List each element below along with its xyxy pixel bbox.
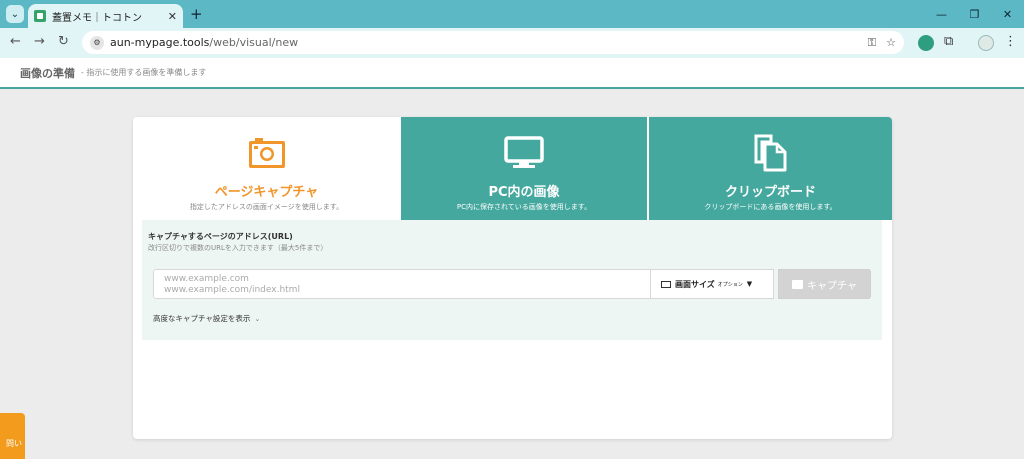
forward-icon[interactable]: → xyxy=(34,34,45,49)
capture-form: キャプチャするページのアドレス(URL) 改行区切りで複数のURLを入力できます… xyxy=(142,220,882,340)
advanced-settings-toggle[interactable]: 高度なキャプチャ設定を表示 ⌄ xyxy=(153,313,260,324)
page-title: 画像の準備 xyxy=(20,66,75,80)
favicon-icon xyxy=(34,10,46,22)
url-input[interactable]: ⚙ aun-mypage.tools/web/visual/new ⚿ ☆ xyxy=(82,31,904,54)
reload-icon[interactable]: ↻ xyxy=(58,34,69,49)
monitor-icon xyxy=(661,280,671,288)
tab-desc: PC内に保存されている画像を使用します。 xyxy=(456,203,592,211)
url-field-label: キャプチャするページのアドレス(URL) xyxy=(148,232,293,241)
close-icon[interactable]: ✕ xyxy=(168,10,177,23)
star-icon[interactable]: ☆ xyxy=(886,36,896,49)
back-icon[interactable]: ← xyxy=(10,34,21,49)
extension-icon[interactable] xyxy=(918,35,934,51)
monitor-icon xyxy=(504,135,544,171)
capture-label: キャプチャ xyxy=(807,280,857,292)
caret-down-icon: ▼ xyxy=(746,280,753,288)
capture-url-textarea[interactable] xyxy=(153,269,651,299)
key-icon[interactable]: ⚿ xyxy=(868,36,876,50)
tab-label: ページキャプチャ xyxy=(214,185,319,200)
page-header: 画像の準備 - 指示に使用する画像を準備します xyxy=(0,58,1024,89)
screen-size-option: オプション xyxy=(717,281,743,288)
advanced-label: 高度なキャプチャ設定を表示 xyxy=(153,314,251,323)
inquiry-side-tab[interactable]: 問い xyxy=(0,413,25,459)
screen-size-dropdown[interactable]: 画面サイズ オプション ▼ xyxy=(650,269,774,299)
close-window-icon[interactable]: ✕ xyxy=(991,0,1024,28)
tab-desc: クリップボードにある画像を使用します。 xyxy=(704,203,837,211)
tab-desc: 指定したアドレスの画面イメージを使用します。 xyxy=(189,203,344,211)
puzzle-icon[interactable]: ⧉ xyxy=(944,34,953,49)
tab-pc-image[interactable]: PC内の画像 PC内に保存されている画像を使用します。 xyxy=(401,117,647,220)
screen-size-label: 画面サイズ xyxy=(675,279,715,289)
image-source-card: ページキャプチャ 指定したアドレスの画面イメージを使用します。 PC内の画像 P… xyxy=(133,117,892,439)
camera-icon xyxy=(248,135,286,171)
plus-icon[interactable]: + xyxy=(190,5,203,23)
browser-tab[interactable]: 蓋置メモ｜トコトン ✕ xyxy=(28,4,183,28)
window-controls: — ❐ ✕ xyxy=(925,0,1024,28)
profile-avatar[interactable] xyxy=(978,35,994,51)
chevron-down-icon: ⌄ xyxy=(254,315,261,323)
source-tabs: ページキャプチャ 指定したアドレスの画面イメージを使用します。 PC内の画像 P… xyxy=(133,117,892,220)
side-tab-label: 問い xyxy=(6,439,22,448)
tab-clipboard[interactable]: クリップボード クリップボードにある画像を使用します。 xyxy=(649,117,892,220)
page-subtitle: - 指示に使用する画像を準備します xyxy=(81,68,207,77)
address-bar: ← → ↻ ⚙ aun-mypage.tools/web/visual/new … xyxy=(0,28,1024,58)
site-info-icon[interactable]: ⚙ xyxy=(90,35,104,50)
clipboard-icon xyxy=(753,134,789,172)
capture-button[interactable]: キャプチャ xyxy=(778,269,871,299)
restore-icon[interactable]: ❐ xyxy=(958,0,991,28)
tab-menu-icon[interactable]: ⌄ xyxy=(6,5,24,23)
url-field-hint: 改行区切りで複数のURLを入力できます（最大5件まで） xyxy=(148,244,328,252)
tab-label: クリップボード xyxy=(724,185,816,200)
url-text: aun-mypage.tools/web/visual/new xyxy=(110,36,858,49)
url-domain: aun-mypage.tools xyxy=(110,36,210,49)
camera-icon xyxy=(792,279,804,289)
tab-page-capture[interactable]: ページキャプチャ 指定したアドレスの画面イメージを使用します。 xyxy=(133,117,400,220)
tab-title: 蓋置メモ｜トコトン xyxy=(52,12,142,24)
tab-label: PC内の画像 xyxy=(488,185,560,200)
more-menu-icon[interactable]: ⋮ xyxy=(1004,34,1017,49)
browser-tab-bar: ⌄ 蓋置メモ｜トコトン ✕ + — ❐ ✕ xyxy=(0,0,1024,28)
minimize-icon[interactable]: — xyxy=(925,0,958,28)
url-path: /web/visual/new xyxy=(209,36,299,49)
